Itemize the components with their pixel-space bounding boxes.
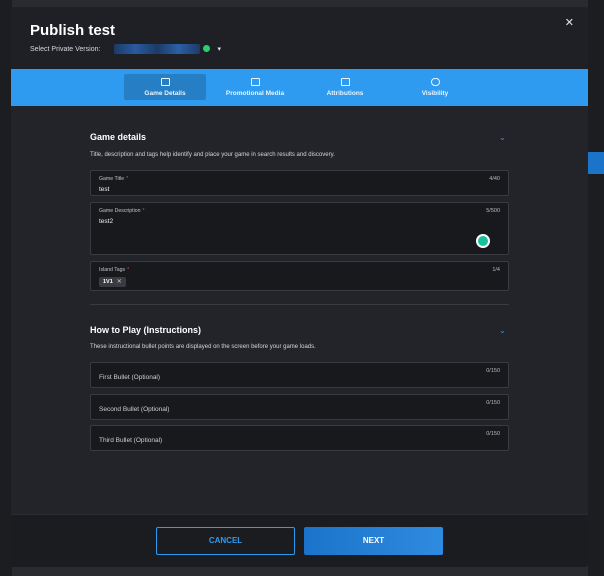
attributions-icon — [340, 78, 350, 86]
island-tags-label: Island Tags * — [99, 267, 130, 273]
tab-label: Visibility — [421, 90, 449, 97]
how-to-play-title: How to Play (Instructions) — [90, 325, 202, 335]
game-details-icon — [160, 78, 170, 86]
game-description-field[interactable]: Game Description * test2 5/500 — [90, 202, 509, 255]
eye-icon — [430, 78, 440, 86]
game-title-field[interactable]: Game Title * test 4/40 — [90, 170, 509, 196]
tab-attributions[interactable]: Attributions — [304, 74, 386, 100]
chevron-down-icon[interactable]: ⌄ — [499, 133, 506, 142]
tab-label: Attributions — [326, 90, 364, 97]
second-bullet-count: 0/150 — [486, 400, 500, 406]
modal-content: Game details ⌄ Title, description and ta… — [11, 106, 588, 514]
game-title-count: 4/40 — [489, 176, 500, 182]
tab-visibility[interactable]: Visibility — [394, 74, 476, 100]
first-bullet-count: 0/150 — [486, 368, 500, 374]
private-version-row: Select Private Version: ▾ — [30, 44, 221, 54]
third-bullet-placeholder: Third Bullet (Optional) — [99, 437, 163, 444]
game-title-label: Game Title * — [99, 176, 129, 182]
cancel-button[interactable]: CANCEL — [156, 527, 295, 555]
game-description-count: 5/500 — [486, 208, 500, 214]
first-bullet-placeholder: First Bullet (Optional) — [99, 374, 161, 381]
game-details-description: Title, description and tags help identif… — [90, 152, 335, 158]
chevron-down-icon[interactable]: ▾ — [217, 45, 221, 53]
background-button — [588, 152, 604, 174]
tab-bar: Game Details Promotional Media Attributi… — [11, 69, 588, 106]
section-divider — [90, 304, 509, 305]
grammarly-icon[interactable] — [476, 234, 490, 248]
island-tags-count: 1/4 — [492, 267, 500, 273]
image-icon — [250, 78, 260, 86]
how-to-play-description: These instructional bullet points are di… — [90, 344, 316, 350]
third-bullet-count: 0/150 — [486, 431, 500, 437]
next-button[interactable]: NEXT — [304, 527, 443, 555]
tab-label: Game Details — [144, 90, 186, 97]
tab-promotional-media[interactable]: Promotional Media — [214, 74, 296, 100]
private-version-select[interactable] — [114, 44, 211, 54]
background-app-right — [588, 0, 604, 576]
remove-tag-icon[interactable]: ✕ — [117, 277, 122, 287]
second-bullet-input[interactable]: Second Bullet (Optional) 0/150 — [90, 394, 509, 420]
tab-label: Promotional Media — [225, 90, 285, 97]
game-title-value: test — [99, 186, 110, 193]
modal-header: Publish test Select Private Version: ▾ ✕ — [11, 7, 588, 69]
third-bullet-input[interactable]: Third Bullet (Optional) 0/150 — [90, 425, 509, 451]
tag-chip: 1V1 ✕ — [99, 277, 126, 287]
game-description-value: test2 — [99, 218, 114, 225]
version-status-dot — [203, 45, 211, 52]
island-tags-field[interactable]: Island Tags * 1/4 1V1 ✕ — [90, 261, 509, 291]
private-version-label: Select Private Version: — [30, 45, 101, 53]
first-bullet-input[interactable]: First Bullet (Optional) 0/150 — [90, 362, 509, 388]
publish-modal: Publish test Select Private Version: ▾ ✕… — [11, 7, 588, 567]
tab-game-details[interactable]: Game Details — [124, 74, 206, 100]
tag-label: 1V1 — [103, 279, 113, 285]
close-icon[interactable]: ✕ — [565, 16, 574, 29]
game-description-label: Game Description * — [99, 208, 145, 214]
second-bullet-placeholder: Second Bullet (Optional) — [99, 406, 170, 413]
game-details-title: Game details — [90, 132, 147, 142]
modal-title: Publish test — [30, 22, 116, 39]
modal-footer: CANCEL NEXT — [11, 514, 588, 567]
chevron-down-icon[interactable]: ⌄ — [499, 326, 506, 335]
